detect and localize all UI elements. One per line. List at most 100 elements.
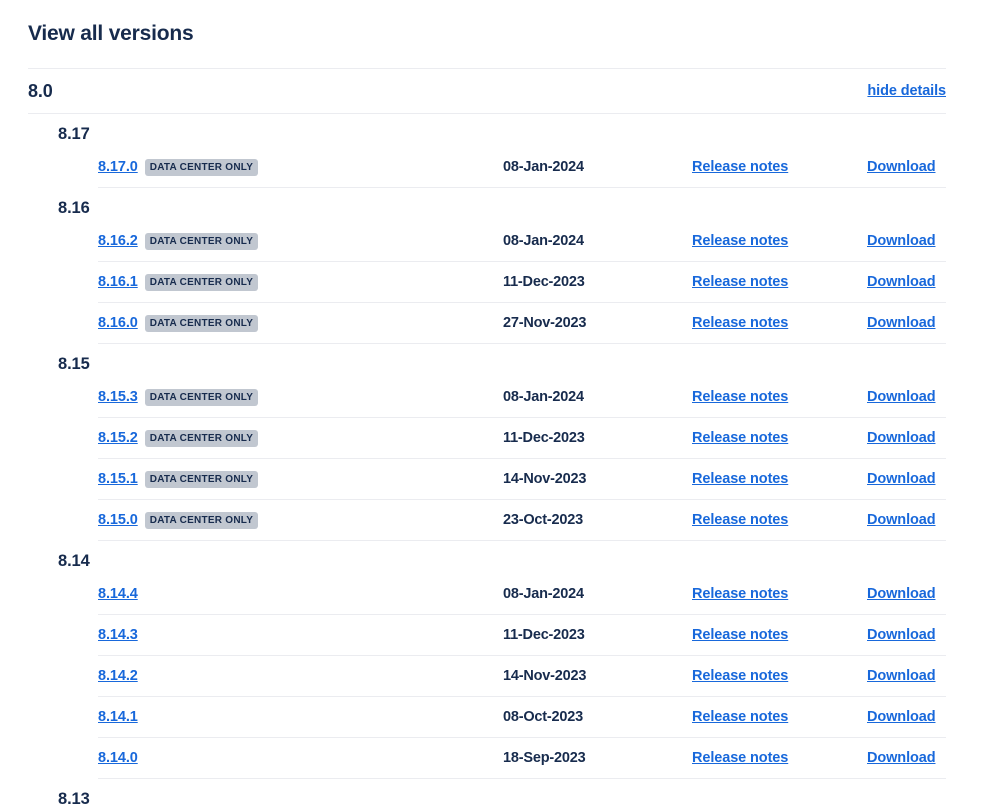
download-link[interactable]: Download	[867, 471, 936, 487]
table-row: 8.14.3 11-Dec-2023 Release notes Download	[98, 615, 946, 656]
version-group: 8.13	[0, 779, 999, 807]
release-notes-link[interactable]: Release notes	[692, 159, 788, 175]
version-rows: 8.15.3 DATA CENTER ONLY 08-Jan-2024 Release…	[0, 377, 999, 541]
release-notes-link[interactable]: Release notes	[692, 750, 788, 766]
release-notes-cell: Release notes	[692, 749, 867, 767]
status-badge: DATA CENTER ONLY	[144, 511, 259, 529]
status-badge: DATA CENTER ONLY	[144, 158, 259, 176]
release-notes-link[interactable]: Release notes	[692, 389, 788, 405]
download-cell: Download	[867, 626, 946, 644]
download-link[interactable]: Download	[867, 430, 936, 446]
table-row: 8.16.2 DATA CENTER ONLY 08-Jan-2024 Release…	[98, 221, 946, 262]
download-link[interactable]: Download	[867, 627, 936, 643]
version-group-label: 8.15	[58, 355, 90, 373]
release-notes-link[interactable]: Release notes	[692, 512, 788, 528]
version-link[interactable]: 8.15.1	[98, 471, 138, 487]
release-notes-link[interactable]: Release notes	[692, 430, 788, 446]
download-cell: Download	[867, 388, 946, 406]
version-link[interactable]: 8.16.2	[98, 233, 138, 249]
version-link[interactable]: 8.15.0	[98, 512, 138, 528]
release-date: 11-Dec-2023	[503, 430, 585, 446]
version-link[interactable]: 8.14.0	[98, 750, 138, 766]
download-cell: Download	[867, 667, 946, 685]
version-link[interactable]: 8.14.3	[98, 627, 138, 643]
release-notes-cell: Release notes	[692, 429, 867, 447]
release-notes-cell: Release notes	[692, 585, 867, 603]
release-notes-link[interactable]: Release notes	[692, 668, 788, 684]
version-link[interactable]: 8.14.4	[98, 586, 138, 602]
table-row: 8.14.0 18-Sep-2023 Release notes Download	[98, 738, 946, 779]
release-notes-cell: Release notes	[692, 626, 867, 644]
status-badge: DATA CENTER ONLY	[144, 470, 259, 488]
version-cell: 8.14.2	[98, 668, 503, 684]
version-link[interactable]: 8.15.2	[98, 430, 138, 446]
release-notes-cell: Release notes	[692, 388, 867, 406]
release-notes-link[interactable]: Release notes	[692, 274, 788, 290]
release-notes-link[interactable]: Release notes	[692, 233, 788, 249]
version-cell: 8.15.3 DATA CENTER ONLY	[98, 388, 503, 406]
release-date: 08-Oct-2023	[503, 709, 584, 725]
download-link[interactable]: Download	[867, 750, 936, 766]
version-cell: 8.14.4	[98, 586, 503, 602]
version-link[interactable]: 8.14.1	[98, 709, 138, 725]
status-badge: DATA CENTER ONLY	[144, 232, 259, 250]
download-link[interactable]: Download	[867, 233, 936, 249]
download-link[interactable]: Download	[867, 586, 936, 602]
download-cell: Download	[867, 273, 946, 291]
version-link[interactable]: 8.14.2	[98, 668, 138, 684]
release-notes-cell: Release notes	[692, 314, 867, 332]
version-cell: 8.16.0 DATA CENTER ONLY	[98, 314, 503, 332]
status-badge: DATA CENTER ONLY	[144, 388, 259, 406]
table-row: 8.15.1 DATA CENTER ONLY 14-Nov-2023 Release…	[98, 459, 946, 500]
download-link[interactable]: Download	[867, 159, 936, 175]
release-date: 11-Dec-2023	[503, 627, 585, 643]
download-link[interactable]: Download	[867, 315, 936, 331]
table-row: 8.15.2 DATA CENTER ONLY 11-Dec-2023 Release…	[98, 418, 946, 459]
release-notes-link[interactable]: Release notes	[692, 315, 788, 331]
version-cell: 8.14.3	[98, 627, 503, 643]
version-group: 8.15 8.15.3 DATA CENTER ONLY 08-Jan-2024 Rel…	[0, 344, 999, 541]
table-row: 8.15.0 DATA CENTER ONLY 23-Oct-2023 Release…	[98, 500, 946, 541]
version-cell: 8.15.1 DATA CENTER ONLY	[98, 470, 503, 488]
version-cell: 8.15.2 DATA CENTER ONLY	[98, 429, 503, 447]
version-link[interactable]: 8.16.1	[98, 274, 138, 290]
download-link[interactable]: Download	[867, 274, 936, 290]
version-link[interactable]: 8.15.3	[98, 389, 138, 405]
release-notes-link[interactable]: Release notes	[692, 586, 788, 602]
version-link[interactable]: 8.17.0	[98, 159, 138, 175]
release-notes-cell: Release notes	[692, 232, 867, 250]
download-link[interactable]: Download	[867, 709, 936, 725]
status-badge: DATA CENTER ONLY	[144, 273, 259, 291]
release-date: 27-Nov-2023	[503, 315, 587, 331]
version-group-label: 8.14	[58, 552, 90, 570]
download-cell: Download	[867, 158, 946, 176]
download-cell: Download	[867, 429, 946, 447]
version-cell: 8.14.0	[98, 750, 503, 766]
table-row: 8.14.1 08-Oct-2023 Release notes Download	[98, 697, 946, 738]
download-cell: Download	[867, 708, 946, 726]
versions-page: View all versions 8.0 hide details 8.17 8…	[0, 0, 999, 807]
version-cell: 8.15.0 DATA CENTER ONLY	[98, 511, 503, 529]
download-link[interactable]: Download	[867, 389, 936, 405]
release-notes-link[interactable]: Release notes	[692, 471, 788, 487]
release-date: 23-Oct-2023	[503, 512, 584, 528]
status-badge: DATA CENTER ONLY	[144, 429, 259, 447]
download-cell: Download	[867, 314, 946, 332]
download-link[interactable]: Download	[867, 668, 936, 684]
table-row: 8.14.4 08-Jan-2024 Release notes Download	[98, 574, 946, 615]
version-group-label: 8.16	[58, 199, 90, 217]
release-notes-link[interactable]: Release notes	[692, 709, 788, 725]
release-notes-cell: Release notes	[692, 470, 867, 488]
download-link[interactable]: Download	[867, 512, 936, 528]
release-notes-link[interactable]: Release notes	[692, 627, 788, 643]
download-cell: Download	[867, 511, 946, 529]
version-group: 8.16 8.16.2 DATA CENTER ONLY 08-Jan-2024 Rel…	[0, 188, 999, 344]
version-group-label: 8.13	[58, 790, 90, 807]
version-link[interactable]: 8.16.0	[98, 315, 138, 331]
hide-details-link[interactable]: hide details	[867, 83, 946, 99]
version-groups-list: 8.17 8.17.0 DATA CENTER ONLY 08-Jan-2024 Rel…	[0, 114, 999, 807]
table-row: 8.16.1 DATA CENTER ONLY 11-Dec-2023 Release…	[98, 262, 946, 303]
release-notes-cell: Release notes	[692, 708, 867, 726]
download-cell: Download	[867, 232, 946, 250]
release-date: 11-Dec-2023	[503, 274, 585, 290]
